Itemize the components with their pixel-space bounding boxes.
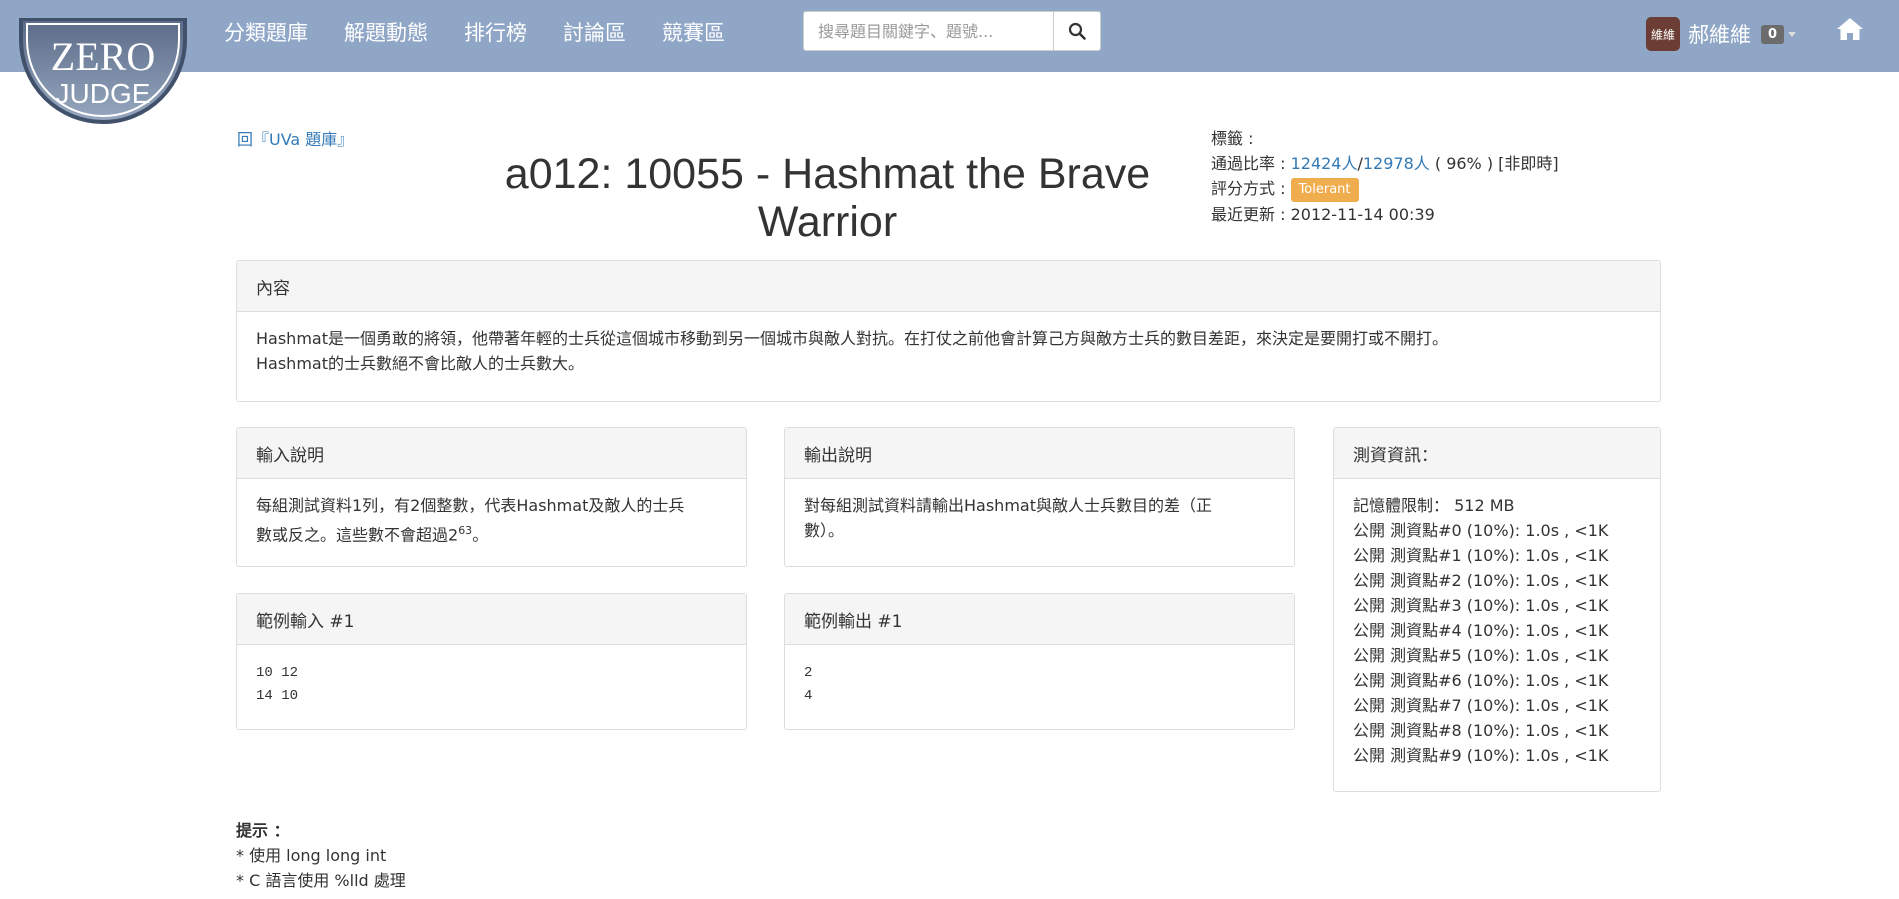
nav-item-contests[interactable]: 競賽區 bbox=[662, 17, 725, 47]
input-description-panel: 輸入說明 每組測試資料1列，有2個整數，代表Hashmat及敵人的士兵 數或反之… bbox=[236, 427, 747, 567]
passed-users-link[interactable]: 12424人 bbox=[1291, 154, 1358, 173]
page-title: a012: 10055 - Hashmat the Brave Warrior bbox=[504, 150, 1151, 246]
sample-input-line: 14 10 bbox=[256, 688, 299, 704]
search-input[interactable] bbox=[803, 11, 1053, 51]
output-description-heading: 輸出說明 bbox=[785, 428, 1294, 479]
nav-item-forum[interactable]: 討論區 bbox=[563, 17, 626, 47]
sample-input-body[interactable]: 10 12 14 10 bbox=[237, 645, 746, 722]
sample-input-panel: 範例輸入 #1 10 12 14 10 bbox=[236, 593, 747, 730]
username: 郝維維 bbox=[1688, 23, 1751, 47]
chevron-down-icon bbox=[1788, 31, 1797, 37]
attempted-users-link[interactable]: 12978人 bbox=[1363, 154, 1430, 173]
top-navbar: 分類題庫 解題動態 排行榜 討論區 競賽區 維維 郝維維 0 bbox=[0, 0, 1899, 72]
input-description-heading: 輸入說明 bbox=[237, 428, 746, 479]
notification-count-badge: 0 bbox=[1761, 24, 1785, 44]
hint-line: * 使用 long long int bbox=[236, 846, 387, 865]
content-line: Hashmat的士兵數絕不會比敵人的士兵數大。 bbox=[256, 354, 584, 373]
nav-item-categories[interactable]: 分類題庫 bbox=[224, 17, 308, 47]
updated-time: 2012-11-14 00:39 bbox=[1290, 204, 1435, 224]
memory-limit: 記憶體限制： 512 MB bbox=[1353, 496, 1515, 515]
pass-rate-label: 通過比率 : bbox=[1211, 154, 1291, 173]
testcase-row: 公開 測資點#6 (10%): 1.0s , <1K bbox=[1353, 671, 1609, 690]
updated-row: 最近更新 : 2012-11-14 00:39 bbox=[1211, 202, 1559, 227]
home-icon[interactable] bbox=[1836, 16, 1864, 46]
testdata-panel: 測資資訊： 記憶體限制： 512 MB 公開 測資點#0 (10%): 1.0s… bbox=[1333, 427, 1661, 792]
sample-output-heading: 範例輸出 #1 bbox=[785, 594, 1294, 645]
hint-title: 提示 ： bbox=[236, 821, 290, 840]
nav-links: 分類題庫 解題動態 排行榜 討論區 競賽區 bbox=[224, 0, 761, 64]
content-body: Hashmat是一個勇敢的將領，他帶著年輕的士兵從這個城市移動到另一個城市與敵人… bbox=[237, 312, 1660, 390]
pass-percent: ( 96% ) [非即時] bbox=[1429, 154, 1559, 173]
exponent: 63 bbox=[458, 524, 473, 537]
input-description-line: 每組測試資料1列，有2個整數，代表Hashmat及敵人的士兵 bbox=[256, 496, 685, 515]
nav-item-status[interactable]: 解題動態 bbox=[344, 17, 428, 47]
sample-input-line: 10 12 bbox=[256, 665, 299, 681]
svg-text:ZERO: ZERO bbox=[51, 34, 155, 79]
pass-rate-row: 通過比率 : 12424人/12978人 ( 96% ) [非即時] bbox=[1211, 151, 1559, 176]
testcase-row: 公開 測資點#1 (10%): 1.0s , <1K bbox=[1353, 546, 1609, 565]
sample-output-body[interactable]: 2 4 bbox=[785, 645, 1294, 722]
scoring-badge[interactable]: Tolerant bbox=[1290, 177, 1359, 202]
testcase-row: 公開 測資點#4 (10%): 1.0s , <1K bbox=[1353, 621, 1609, 640]
testdata-body: 記憶體限制： 512 MB 公開 測資點#0 (10%): 1.0s , <1K… bbox=[1334, 479, 1660, 782]
input-description-body: 每組測試資料1列，有2個整數，代表Hashmat及敵人的士兵 數或反之。這些數不… bbox=[237, 479, 746, 561]
zerojudge-logo[interactable]: ZERO JUDGE bbox=[19, 18, 187, 136]
scoring-row: 評分方式 : Tolerant bbox=[1211, 176, 1559, 202]
search-bar bbox=[803, 11, 1101, 51]
nav-item-ranking[interactable]: 排行榜 bbox=[464, 17, 527, 47]
testcase-row: 公開 測資點#2 (10%): 1.0s , <1K bbox=[1353, 571, 1609, 590]
sample-output-panel: 範例輸出 #1 2 4 bbox=[784, 593, 1295, 730]
svg-text:JUDGE: JUDGE bbox=[56, 78, 151, 109]
output-description-panel: 輸出說明 對每組測試資料請輸出Hashmat與敵人士兵數目的差（正 數）。 bbox=[784, 427, 1295, 567]
scoring-label: 評分方式 : bbox=[1211, 179, 1291, 198]
sample-output-line: 2 bbox=[804, 665, 813, 681]
hint-section: 提示 ： * 使用 long long int * C 語言使用 %lld 處理 bbox=[236, 818, 406, 893]
testcase-row: 公開 測資點#9 (10%): 1.0s , <1K bbox=[1353, 746, 1609, 765]
output-description-line: 數）。 bbox=[804, 521, 845, 540]
problem-meta: 標籤 : 通過比率 : 12424人/12978人 ( 96% ) [非即時] … bbox=[1211, 126, 1559, 227]
avatar: 維維 bbox=[1646, 17, 1680, 51]
hint-line: * C 語言使用 %lld 處理 bbox=[236, 871, 406, 890]
testcase-row: 公開 測資點#3 (10%): 1.0s , <1K bbox=[1353, 596, 1609, 615]
input-description-line: 數或反之。這些數不會超過263。 bbox=[256, 524, 489, 545]
testcase-row: 公開 測資點#5 (10%): 1.0s , <1K bbox=[1353, 646, 1609, 665]
sample-input-heading: 範例輸入 #1 bbox=[237, 594, 746, 645]
output-description-line: 對每組測試資料請輸出Hashmat與敵人士兵數目的差（正 bbox=[804, 496, 1212, 515]
content-line: Hashmat是一個勇敢的將領，他帶著年輕的士兵從這個城市移動到另一個城市與敵人… bbox=[256, 329, 1448, 348]
sample-output-line: 4 bbox=[804, 688, 813, 704]
back-to-uva-link[interactable]: 回『UVa 題庫』 bbox=[237, 126, 353, 150]
testcase-row: 公開 測資點#8 (10%): 1.0s , <1K bbox=[1353, 721, 1609, 740]
user-menu[interactable]: 維維 郝維維 0 bbox=[1646, 17, 1797, 51]
testcase-row: 公開 測資點#7 (10%): 1.0s , <1K bbox=[1353, 696, 1609, 715]
testdata-heading: 測資資訊： bbox=[1334, 428, 1660, 479]
updated-label: 最近更新 : bbox=[1211, 204, 1291, 224]
content-heading: 內容 bbox=[237, 261, 1660, 312]
output-description-body: 對每組測試資料請輸出Hashmat與敵人士兵數目的差（正 數）。 bbox=[785, 479, 1294, 557]
search-icon bbox=[1068, 22, 1086, 40]
testcase-row: 公開 測資點#0 (10%): 1.0s , <1K bbox=[1353, 521, 1609, 540]
content-panel: 內容 Hashmat是一個勇敢的將領，他帶著年輕的士兵從這個城市移動到另一個城市… bbox=[236, 260, 1661, 402]
search-button[interactable] bbox=[1053, 11, 1101, 51]
tags-label: 標籤 : bbox=[1211, 129, 1254, 148]
